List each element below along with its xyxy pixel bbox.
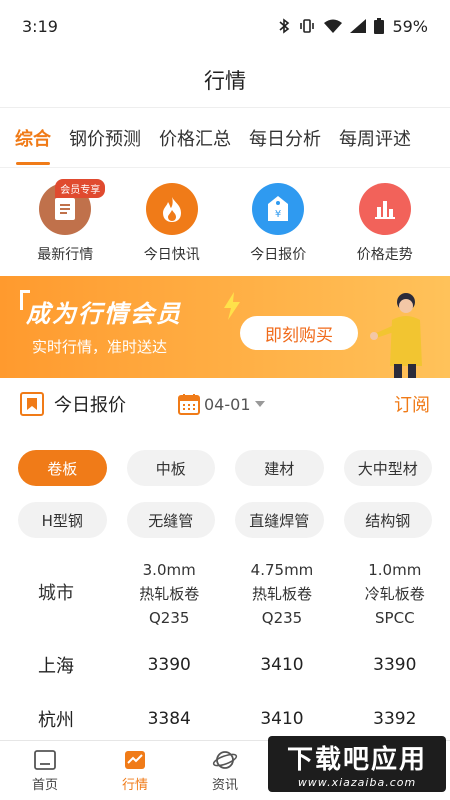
tab-steel-forecast[interactable]: 钢价预测 — [60, 125, 150, 151]
status-bar: 3:19 59% — [0, 0, 450, 52]
bottom-navigation: 首页 行情 资讯 下载吧应用 www.xiazaiba.com — [0, 736, 450, 800]
column-spec: 4.75mm — [250, 561, 314, 579]
vibrate-icon — [300, 19, 315, 33]
trend-icon — [125, 750, 145, 769]
person-illustration-icon — [370, 293, 422, 378]
svg-text:¥: ¥ — [275, 209, 281, 220]
chip-construction[interactable]: 建材 — [235, 450, 324, 486]
quick-latest-market[interactable]: 会员专享 最新行情 — [15, 179, 115, 276]
quick-today-quote[interactable]: ¥ 今日报价 — [228, 183, 328, 276]
page-title-bar: 行情 — [0, 52, 450, 108]
tab-overview[interactable]: 综合 — [6, 125, 60, 165]
column-name: 热轧板卷 — [139, 585, 200, 603]
quick-label: 价格走势 — [356, 247, 413, 263]
signal-icon — [350, 19, 367, 33]
column-grade: Q235 — [261, 609, 303, 627]
column-header: 3.0mm 热轧板卷 Q235 — [114, 554, 224, 638]
chip-seamless-pipe[interactable]: 无缝管 — [126, 502, 215, 538]
chip-structural-steel[interactable]: 结构钢 — [343, 502, 432, 538]
lightning-icon — [224, 292, 240, 320]
battery-level: 59% — [392, 16, 428, 36]
city-column-header: 城市 — [38, 583, 74, 604]
date-selector[interactable]: 04-01 — [178, 393, 265, 415]
nav-label: 资讯 — [211, 777, 238, 793]
flame-icon — [145, 183, 198, 235]
nav-label: 首页 — [31, 777, 58, 793]
tab-daily-analysis[interactable]: 每日分析 — [240, 125, 330, 151]
wifi-icon — [324, 19, 343, 33]
battery-icon — [374, 18, 385, 34]
selected-date: 04-01 — [204, 394, 251, 414]
column-header: 1.0mm 冷轧板卷 SPCC — [340, 554, 450, 638]
product-category-chips: 卷板 中板 建材 大中型材 H型钢 无缝管 直缝焊管 结构钢 — [0, 430, 450, 548]
nav-news[interactable]: 资讯 — [180, 741, 270, 800]
bar-chart-icon — [358, 183, 411, 235]
calendar-icon — [178, 394, 200, 415]
watermark-url: www.xiazaiba.com — [297, 776, 417, 789]
banner-subtitle: 实时行情，准时送达 — [32, 338, 168, 356]
planet-icon — [212, 750, 238, 769]
membership-banner[interactable]: 成为行情会员 实时行情，准时送达 即刻购买 — [0, 276, 450, 378]
column-spec: 3.0mm — [142, 561, 196, 579]
chip-welded-pipe[interactable]: 直缝焊管 — [235, 502, 324, 538]
bookmark-icon — [20, 392, 44, 416]
nav-label: 行情 — [121, 777, 148, 793]
tab-weekly-review[interactable]: 每周评述 — [330, 125, 420, 151]
status-time: 3:19 — [22, 16, 58, 36]
bluetooth-icon — [279, 18, 290, 34]
row-city: 杭州 — [38, 710, 74, 731]
tab-price-summary[interactable]: 价格汇总 — [150, 125, 240, 151]
price-table: 城市 3.0mm 热轧板卷 Q235 4.75mm 热轧板卷 Q235 1.0m… — [0, 554, 450, 746]
table-row[interactable]: 上海 3390 3410 3390 — [0, 638, 450, 692]
quick-price-trend[interactable]: 价格走势 — [335, 183, 435, 276]
chip-h-beam[interactable]: H型钢 — [18, 502, 107, 538]
vip-badge: 会员专享 — [55, 179, 106, 198]
price-cell: 3390 — [373, 655, 417, 675]
quick-label: 最新行情 — [37, 247, 94, 263]
banner-title: 成为行情会员 — [26, 300, 182, 328]
chip-large-sections[interactable]: 大中型材 — [343, 450, 432, 486]
watermark-logo: 下载吧应用 www.xiazaiba.com — [268, 736, 446, 792]
quick-actions: 会员专享 最新行情 今日快讯 ¥ 今日报价 价格走势 — [0, 168, 450, 276]
chevron-down-icon — [254, 401, 265, 407]
quick-label: 今日报价 — [250, 247, 307, 263]
column-grade: SPCC — [375, 609, 415, 627]
quick-label: 今日快讯 — [143, 247, 200, 263]
buy-now-button[interactable]: 即刻购买 — [240, 316, 358, 350]
section-title: 今日报价 — [54, 395, 126, 416]
table-header-row: 城市 3.0mm 热轧板卷 Q235 4.75mm 热轧板卷 Q235 1.0m… — [0, 554, 450, 638]
price-cell: 3390 — [147, 655, 191, 675]
column-name: 热轧板卷 — [251, 585, 312, 603]
home-icon — [34, 749, 56, 770]
page-title: 行情 — [204, 68, 246, 93]
column-spec: 1.0mm — [368, 561, 422, 579]
today-price-header: 今日报价 04-01 订阅 — [0, 378, 450, 430]
chip-coil-plate[interactable]: 卷板 — [18, 450, 107, 486]
watermark-text: 下载吧应用 — [286, 745, 427, 775]
column-header: 4.75mm 热轧板卷 Q235 — [224, 554, 339, 638]
price-cell: 3384 — [147, 709, 191, 729]
column-grade: Q235 — [148, 609, 190, 627]
row-city: 上海 — [38, 656, 74, 677]
nav-market[interactable]: 行情 — [90, 741, 180, 800]
chip-medium-plate[interactable]: 中板 — [126, 450, 215, 486]
quick-today-news[interactable]: 今日快讯 — [122, 183, 222, 276]
column-name: 冷轧板卷 — [364, 585, 425, 603]
nav-home[interactable]: 首页 — [0, 741, 90, 800]
subscribe-button[interactable]: 订阅 — [394, 391, 430, 417]
category-tabs: 综合 钢价预测 价格汇总 每日分析 每周评述 — [0, 108, 450, 168]
price-tag-icon: ¥ — [252, 183, 305, 235]
price-cell: 3410 — [260, 655, 304, 675]
